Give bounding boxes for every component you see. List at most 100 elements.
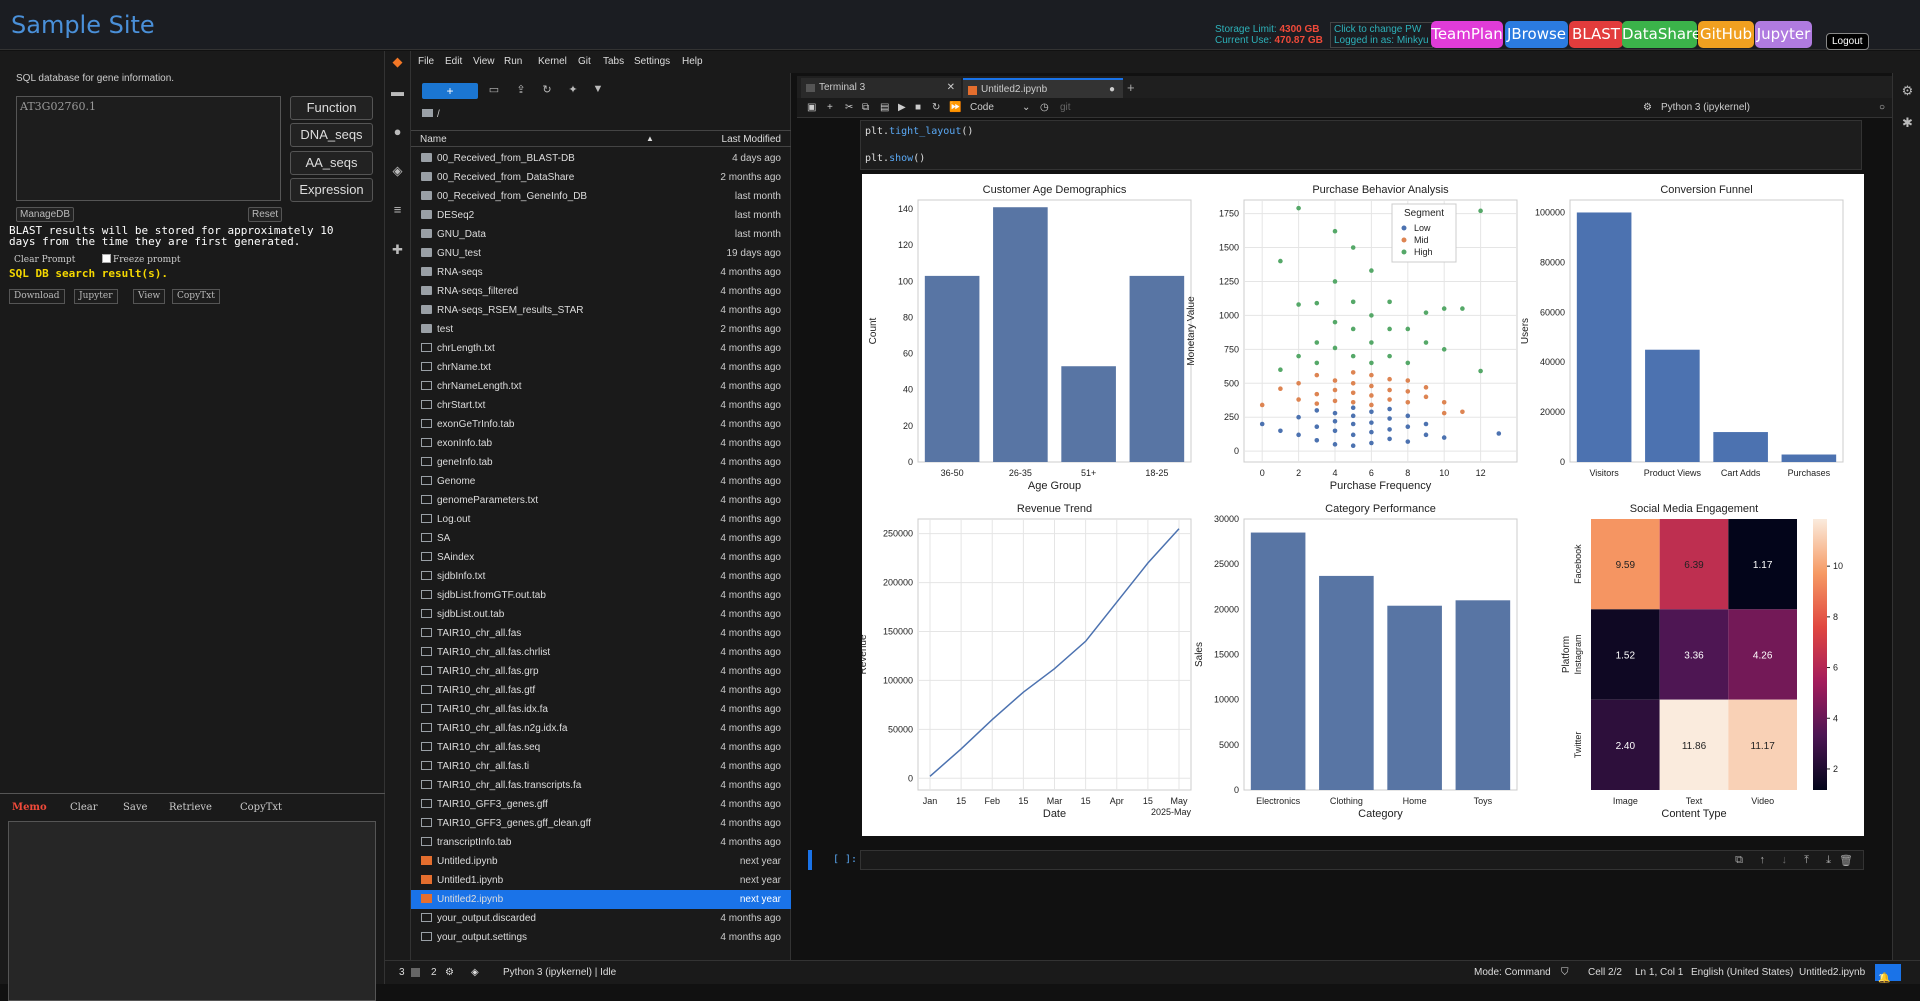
file-row[interactable]: chrStart.txt 4 months ago	[411, 396, 791, 415]
breadcrumb[interactable]: /	[422, 109, 440, 120]
manage-db-button[interactable]: ManageDB	[16, 207, 75, 222]
home-folder-icon[interactable]	[422, 109, 433, 117]
file-row[interactable]: TAIR10_chr_all.fas.ti 4 months ago	[411, 757, 791, 776]
extension-icon[interactable]: ✚	[390, 242, 405, 257]
new-folder-icon[interactable]: ▭	[487, 83, 501, 97]
property-inspector-icon[interactable]: ⚙	[1900, 83, 1915, 98]
duplicate-icon[interactable]: ⧉	[1735, 854, 1743, 867]
nav-jupyter-button[interactable]: Jupyter	[1755, 21, 1812, 48]
trust-icon[interactable]: ⛉	[1561, 967, 1569, 978]
mode-indicator[interactable]: Mode: Command	[1474, 967, 1551, 978]
file-row[interactable]: sjdbList.fromGTF.out.tab 4 months ago	[411, 586, 791, 605]
memo-copy-button[interactable]: CopyTxt	[240, 802, 282, 813]
file-row[interactable]: chrLength.txt 4 months ago	[411, 339, 791, 358]
kernel-status[interactable]: Python 3 (ipykernel) | Idle	[503, 967, 616, 978]
file-row[interactable]: TAIR10_chr_all.fas 4 months ago	[411, 624, 791, 643]
site-title[interactable]: Sample Site	[11, 11, 155, 39]
file-row[interactable]: DESeq2 last month	[411, 206, 791, 225]
insert-above-icon[interactable]: ⤒	[1804, 854, 1809, 867]
status-count-terminals[interactable]: 3	[399, 967, 405, 978]
file-row[interactable]: GNU_Data last month	[411, 225, 791, 244]
file-row[interactable]: test 2 months ago	[411, 320, 791, 339]
sort-up-icon[interactable]: ▲	[646, 134, 654, 143]
nav-datashare-button[interactable]: DataShare	[1622, 21, 1701, 48]
menu-run[interactable]: Run	[504, 56, 522, 67]
cell-indicator[interactable]: Cell 2/2	[1588, 967, 1622, 978]
dna-seqs-button[interactable]: DNA_seqs	[290, 123, 373, 147]
code-cell[interactable]: plt.tight_layout() plt.show()	[860, 120, 1862, 170]
running-icon[interactable]: ●	[390, 124, 405, 139]
tab-terminal[interactable]: Terminal 3 ✕	[801, 78, 961, 98]
memo-textarea[interactable]	[8, 821, 376, 1001]
file-row[interactable]: SAindex 4 months ago	[411, 548, 791, 567]
git-icon[interactable]: ◈	[390, 163, 405, 178]
clear-prompt-button[interactable]: Clear Prompt	[14, 255, 75, 265]
file-row[interactable]: genomeParameters.txt 4 months ago	[411, 491, 791, 510]
new-launcher-button[interactable]: +	[422, 83, 478, 99]
menu-kernel[interactable]: Kernel	[538, 56, 567, 67]
file-row[interactable]: chrName.txt 4 months ago	[411, 358, 791, 377]
file-row[interactable]: TAIR10_GFF3_genes.gff_clean.gff 4 months …	[411, 814, 791, 833]
menu-edit[interactable]: Edit	[445, 56, 462, 67]
change-pw-link[interactable]: Click to change PW	[1334, 24, 1429, 35]
stop-icon[interactable]: ■	[915, 102, 921, 113]
refresh-icon[interactable]: ↻	[540, 83, 554, 97]
delete-icon[interactable]: 🗑	[1839, 854, 1853, 867]
upload-icon[interactable]: ⇪	[514, 83, 528, 97]
file-row[interactable]: chrNameLength.txt 4 months ago	[411, 377, 791, 396]
file-row[interactable]: RNA-seqs_filtered 4 months ago	[411, 282, 791, 301]
notification-button[interactable]: 1 🔔	[1875, 964, 1901, 984]
run-all-icon[interactable]: ⏩	[949, 102, 961, 113]
empty-code-cell[interactable]: ⧉ ↑ ↓ ⤒ ⤓ 🗑	[860, 850, 1864, 870]
clock-icon[interactable]: ◷	[1040, 102, 1049, 113]
cut-icon[interactable]: ✂	[845, 102, 853, 113]
insert-cell-icon[interactable]: +	[827, 102, 833, 113]
file-row[interactable]: TAIR10_chr_all.fas.transcripts.fa 4 month…	[411, 776, 791, 795]
menu-help[interactable]: Help	[682, 56, 703, 67]
file-row[interactable]: exonInfo.tab 4 months ago	[411, 434, 791, 453]
sql-query-input[interactable]: AT3G02760.1	[16, 96, 281, 201]
file-row[interactable]: 00_Received_from_BLAST-DB 4 days ago	[411, 149, 791, 168]
tab-notebook[interactable]: Untitled2.ipynb ●	[963, 78, 1123, 98]
insert-below-icon[interactable]: ⤓	[1826, 854, 1831, 867]
menu-git[interactable]: Git	[578, 56, 591, 67]
copytxt-button[interactable]: CopyTxt	[172, 289, 220, 304]
change-password-box[interactable]: Click to change PW Logged in as: Minkyu	[1330, 22, 1433, 48]
logout-button[interactable]: Logout	[1826, 33, 1869, 50]
chevron-down-icon[interactable]: ⌄	[1022, 102, 1030, 113]
status-count-kernels[interactable]: 2	[431, 967, 437, 978]
git-clone-icon[interactable]: ✦	[566, 83, 580, 97]
gear-icon[interactable]: ⚙	[1643, 102, 1652, 113]
git-icon[interactable]: ◈	[471, 967, 479, 978]
language-indicator[interactable]: English (United States)	[1691, 967, 1793, 978]
memo-clear-button[interactable]: Clear	[70, 802, 98, 813]
memo-save-button[interactable]: Save	[123, 802, 147, 813]
file-row[interactable]: TAIR10_chr_all.fas.n2g.idx.fa 4 months ag…	[411, 719, 791, 738]
file-row[interactable]: 00_Received_from_GeneInfo_DB last month	[411, 187, 791, 206]
debugger-icon[interactable]: ✱	[1900, 115, 1915, 130]
download-button[interactable]: Download	[9, 289, 65, 304]
nav-teamplan-button[interactable]: TeamPlan	[1431, 21, 1503, 48]
column-modified[interactable]: Last Modified	[722, 134, 781, 145]
file-row[interactable]: your_output.settings 4 months ago	[411, 928, 791, 947]
file-row[interactable]: your_output.discarded 4 months ago	[411, 909, 791, 928]
expression-button[interactable]: Expression	[290, 178, 373, 202]
file-row[interactable]: Untitled.ipynb next year	[411, 852, 791, 871]
kernel-name[interactable]: Python 3 (ipykernel)	[1661, 102, 1750, 113]
save-icon[interactable]: ▣	[807, 102, 816, 113]
file-row[interactable]: TAIR10_chr_all.fas.grp 4 months ago	[411, 662, 791, 681]
paste-icon[interactable]: ▤	[880, 102, 889, 113]
cursor-position[interactable]: Ln 1, Col 1	[1635, 967, 1683, 978]
nav-blast-button[interactable]: BLAST	[1569, 21, 1623, 48]
freeze-prompt-checkbox[interactable]	[102, 254, 111, 263]
toc-icon[interactable]: ≡	[390, 202, 405, 217]
copy-icon[interactable]: ⧉	[862, 102, 869, 113]
move-up-icon[interactable]: ↑	[1760, 854, 1766, 866]
file-row[interactable]: GNU_test 19 days ago	[411, 244, 791, 263]
function-button[interactable]: Function	[290, 96, 373, 120]
run-icon[interactable]: ▶	[898, 102, 906, 113]
file-row[interactable]: TAIR10_chr_all.fas.idx.fa 4 months ago	[411, 700, 791, 719]
file-row[interactable]: TAIR10_GFF3_genes.gff 4 months ago	[411, 795, 791, 814]
filter-icon[interactable]: ▼	[591, 83, 605, 97]
file-row[interactable]: sjdbInfo.txt 4 months ago	[411, 567, 791, 586]
